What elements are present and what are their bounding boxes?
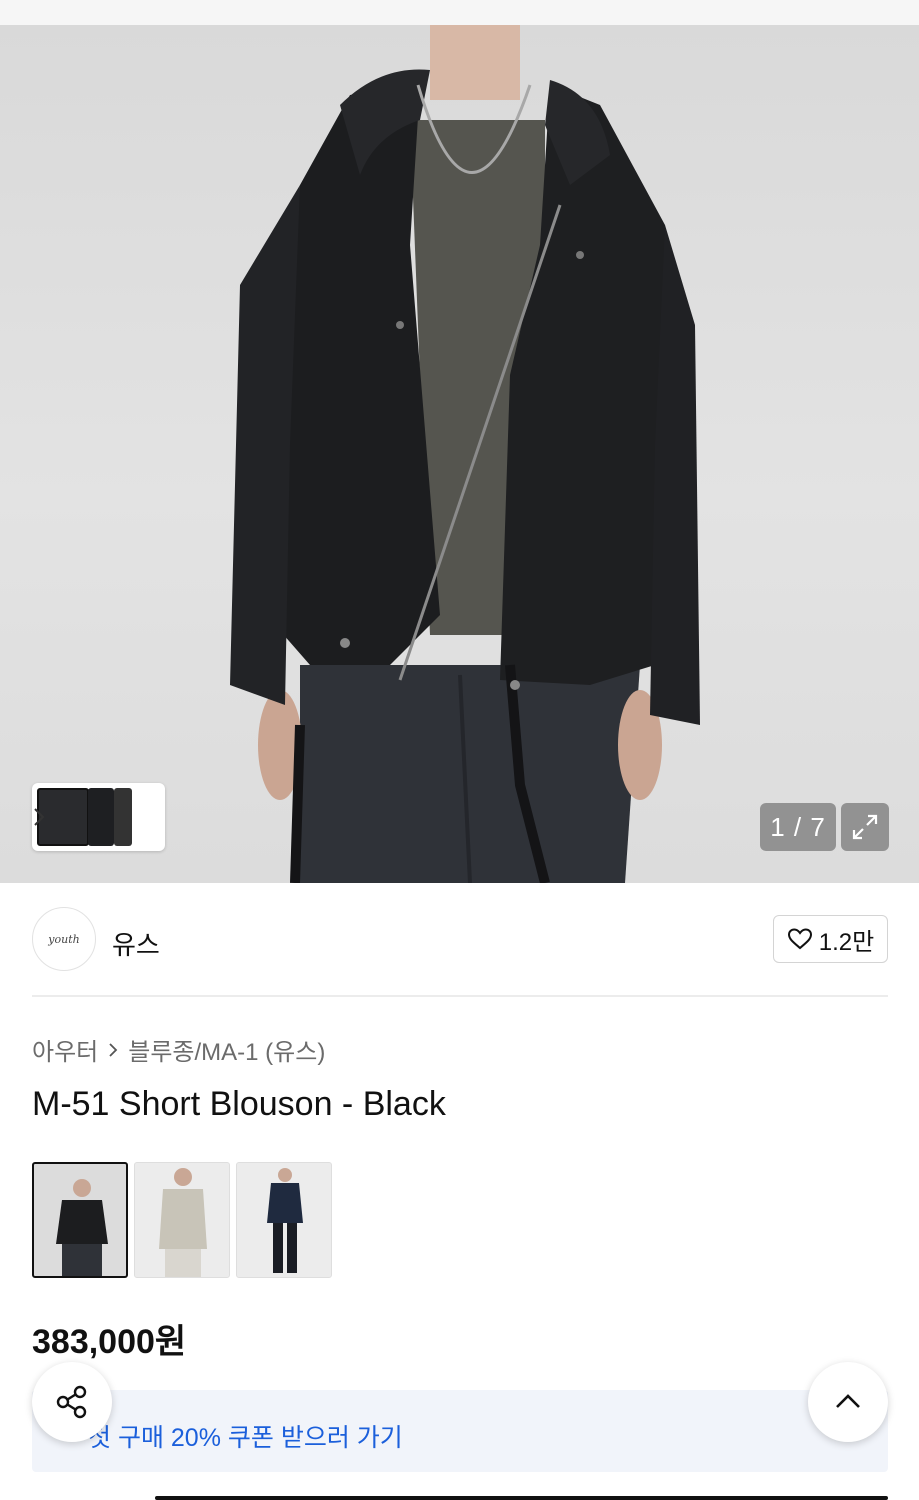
color-option-image (56, 1179, 108, 1276)
coupon-banner[interactable]: 첫 구매 20% 쿠폰 받으러 가기 (32, 1390, 888, 1472)
brand-name[interactable]: 유스 (112, 925, 160, 962)
color-option-navy[interactable] (236, 1162, 332, 1278)
gallery-thumb-2[interactable] (88, 788, 114, 846)
gallery-thumbnail-strip[interactable] (32, 783, 165, 851)
breadcrumb-level-2[interactable]: 블루종/MA-1 (유스) (128, 1032, 325, 1067)
share-icon (56, 1385, 87, 1419)
expand-icon (852, 814, 878, 840)
breadcrumb: 아우터 블루종/MA-1 (유스) (32, 1032, 325, 1067)
coupon-text: 첫 구매 20% 쿠폰 받으러 가기 (88, 1424, 403, 1452)
color-option-beige[interactable] (134, 1162, 230, 1278)
chevron-right-icon (109, 1042, 118, 1057)
chevron-up-icon (836, 1394, 860, 1408)
product-main-image[interactable]: 1 / 7 (0, 25, 919, 883)
like-button[interactable]: 1.2만 (773, 915, 888, 963)
product-photo (230, 25, 700, 883)
color-option-image (159, 1168, 207, 1277)
chevron-right-icon[interactable] (32, 805, 46, 829)
expand-button[interactable] (841, 803, 889, 851)
scroll-top-button[interactable] (808, 1362, 888, 1442)
brand-logo-text: youth (48, 932, 80, 946)
product-title: M-51 Short Blouson - Black (32, 1085, 446, 1123)
top-status-strip (0, 0, 919, 25)
brand-logo[interactable]: youth (32, 907, 96, 971)
like-count: 1.2만 (818, 928, 875, 956)
home-indicator (155, 1496, 888, 1500)
divider (32, 995, 888, 997)
color-option-black[interactable] (32, 1162, 128, 1278)
brand-row: youth 유스 1.2만 (32, 905, 888, 973)
breadcrumb-level-1[interactable]: 아우터 (32, 1032, 98, 1067)
color-option-image (267, 1168, 303, 1273)
gallery-counter: 1 / 7 (760, 803, 836, 851)
heart-icon (787, 928, 812, 950)
share-button[interactable] (32, 1362, 112, 1442)
gallery-thumb-3[interactable] (114, 788, 132, 846)
color-options (32, 1162, 332, 1278)
product-price: 383,000원 (32, 1323, 187, 1361)
